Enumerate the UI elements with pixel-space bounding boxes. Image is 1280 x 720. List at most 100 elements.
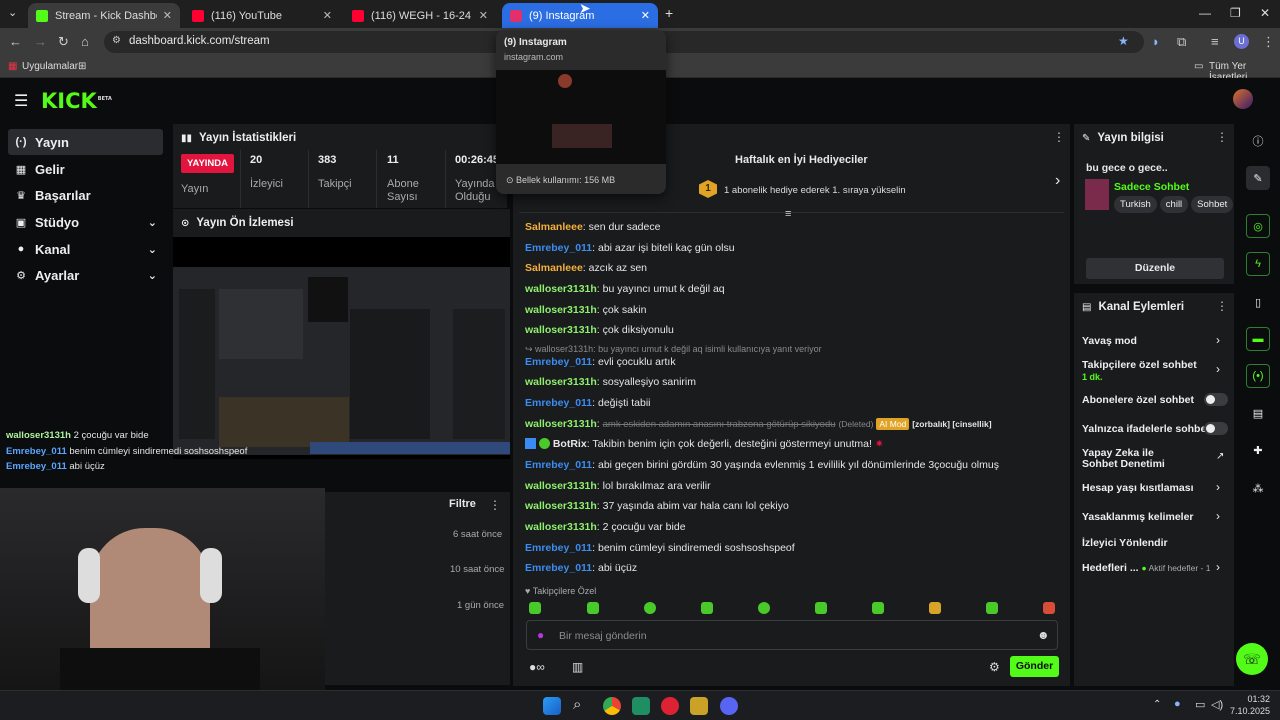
bookmark-star-icon[interactable]: ★ [1118, 34, 1129, 48]
reload-icon[interactable]: ↻ [58, 34, 69, 50]
action-raid[interactable]: İzleyici Yönlendir [1082, 537, 1168, 549]
chevron-right-icon[interactable]: › [1216, 509, 1220, 523]
tools-icon[interactable]: ✚ [1246, 438, 1270, 462]
chevron-right-icon[interactable]: › [1216, 362, 1220, 376]
layout-icon[interactable]: ▤ [1246, 401, 1270, 425]
emote-button[interactable] [587, 602, 599, 614]
nav-gelir[interactable]: ▦ Gelir [8, 156, 163, 182]
tag[interactable]: Sohbet [1191, 196, 1234, 213]
emote-button[interactable] [644, 602, 656, 614]
share-icon[interactable]: ⁂ [1246, 476, 1270, 500]
search-icon[interactable]: ⌕ [573, 696, 581, 713]
kick-points-icon[interactable]: ●∞ [529, 660, 545, 674]
microphone-icon[interactable]: ● [537, 628, 544, 642]
chat-options-icon[interactable]: ⋮ [1053, 130, 1065, 144]
emote-button[interactable] [758, 602, 770, 614]
menu-kebab-icon[interactable]: ⋮ [1262, 34, 1275, 50]
app-icon[interactable] [661, 697, 679, 715]
user-avatar[interactable] [1233, 89, 1253, 109]
site-info-icon[interactable]: ⚙ [112, 35, 121, 46]
app-icon[interactable] [690, 697, 708, 715]
lightning-icon[interactable]: ϟ [1246, 252, 1270, 276]
close-icon[interactable]: ✕ [323, 9, 332, 22]
filter-button[interactable]: Filtre [449, 498, 476, 510]
windows-start-icon[interactable] [543, 697, 561, 715]
close-window-icon[interactable]: ✕ [1260, 6, 1270, 20]
emoji-picker-icon[interactable]: ☻ [1037, 628, 1050, 642]
support-headset-icon[interactable]: ☏ [1236, 643, 1268, 675]
profile-avatar[interactable]: U [1234, 34, 1249, 49]
tab-youtube-music[interactable]: (116) WEGH - 16-24 (Offici... ✕ [344, 3, 496, 28]
extensions-puzzle-icon[interactable]: ⧉ [1177, 34, 1186, 50]
media-controls-icon[interactable]: ≡ [1211, 34, 1219, 49]
tab-kick-dashboard[interactable]: Stream - Kick Dashboard ✕ [28, 3, 180, 28]
emotes-only-toggle[interactable] [1204, 422, 1228, 435]
chevron-right-icon[interactable]: › [1216, 333, 1220, 347]
action-banned-words[interactable]: Yasaklanmış kelimeler [1082, 511, 1194, 523]
emote-button[interactable] [815, 602, 827, 614]
nav-studyo[interactable]: ▣ Stüdyo ⌄ [8, 209, 163, 235]
external-link-icon[interactable]: ↗ [1216, 451, 1224, 462]
chat-input[interactable]: ● Bir mesaj gönderin ☻ [526, 620, 1058, 650]
close-icon[interactable]: ✕ [479, 9, 488, 22]
nav-yayin[interactable]: (·) Yayın [8, 129, 163, 155]
chrome-icon[interactable] [603, 697, 621, 715]
kick-logo[interactable]: KICKBETA [41, 89, 112, 113]
store-icon[interactable]: ▥ [572, 660, 583, 674]
apps-grid-icon[interactable]: ▦ [8, 61, 17, 72]
minimize-icon[interactable]: — [1199, 6, 1211, 20]
tab-groups-icon[interactable]: ⊞ [78, 61, 86, 72]
new-tab-icon[interactable]: + [665, 5, 673, 21]
category-thumbnail[interactable] [1085, 179, 1109, 210]
emote-button[interactable] [872, 602, 884, 614]
action-slow-mode[interactable]: Yavaş mod [1082, 335, 1137, 347]
close-icon[interactable]: ✕ [163, 9, 172, 22]
nav-kanal[interactable]: ● Kanal ⌄ [8, 236, 163, 262]
chevron-right-icon[interactable]: › [1216, 480, 1220, 494]
edit-button[interactable]: Düzenle [1086, 258, 1224, 279]
more-options-icon[interactable]: ⋮ [489, 498, 501, 512]
app-icon[interactable] [632, 697, 650, 715]
focus-icon[interactable]: ◎ [1246, 214, 1270, 238]
clock-time[interactable]: 01:32 [1234, 694, 1270, 704]
action-ai-moderation[interactable]: Yapay Zeka ile Sohbet Denetimi [1082, 448, 1192, 470]
more-options-icon[interactable]: ⋮ [1216, 130, 1228, 144]
discord-icon[interactable] [720, 697, 738, 715]
info-icon[interactable]: ⓘ [1246, 129, 1270, 153]
tag[interactable]: chill [1159, 196, 1189, 213]
broadcast-signal-icon[interactable]: (•) [1246, 364, 1270, 388]
bookmark-apps[interactable]: Uygulamalar [22, 61, 78, 72]
hamburger-menu-icon[interactable]: ☰ [14, 91, 28, 111]
category-name[interactable]: Sadece Sohbet [1114, 181, 1189, 193]
maximize-icon[interactable]: ❐ [1230, 6, 1241, 20]
tab-search-icon[interactable]: ⌄ [8, 6, 17, 19]
emote-button[interactable] [1043, 602, 1055, 614]
microphone-tray-icon[interactable]: ● [1174, 698, 1181, 710]
nav-ayarlar[interactable]: ⚙ Ayarlar ⌄ [8, 262, 163, 288]
more-options-icon[interactable]: ⋮ [1216, 299, 1228, 313]
tab-youtube[interactable]: (116) YouTube ✕ [184, 3, 340, 28]
emote-button[interactable] [529, 602, 541, 614]
extension-icon[interactable]: ◗ [1152, 34, 1160, 49]
home-icon[interactable]: ⌂ [81, 34, 89, 49]
volume-icon[interactable]: ◁) [1211, 698, 1223, 711]
chat-bubble-icon[interactable]: ▬ [1246, 327, 1270, 351]
preview-video[interactable] [173, 237, 510, 459]
emote-button[interactable] [929, 602, 941, 614]
close-icon[interactable]: ✕ [641, 9, 650, 22]
pinned-toggle-icon[interactable]: ≡ [785, 208, 791, 220]
action-goals[interactable]: Hedefleri ... ● Aktif hedefler - 1 [1082, 562, 1210, 574]
send-button[interactable]: Gönder [1010, 656, 1059, 677]
chat-settings-gear-icon[interactable]: ⚙ [989, 660, 1000, 674]
chevron-right-icon[interactable]: › [1055, 172, 1060, 190]
clock-date[interactable]: 7.10.2025 [1225, 706, 1270, 716]
action-account-age[interactable]: Hesap yaşı kısıtlaması [1082, 482, 1194, 494]
nav-basarilar[interactable]: ♛ Başarılar [8, 182, 163, 208]
document-icon[interactable]: ▯ [1246, 290, 1270, 314]
forward-icon[interactable]: → [34, 34, 47, 49]
emote-button[interactable] [701, 602, 713, 614]
tag[interactable]: Turkish [1114, 196, 1157, 213]
back-icon[interactable]: ← [9, 34, 22, 49]
tray-chevron-icon[interactable]: ⌃ [1153, 699, 1161, 710]
chevron-right-icon[interactable]: › [1216, 560, 1220, 574]
